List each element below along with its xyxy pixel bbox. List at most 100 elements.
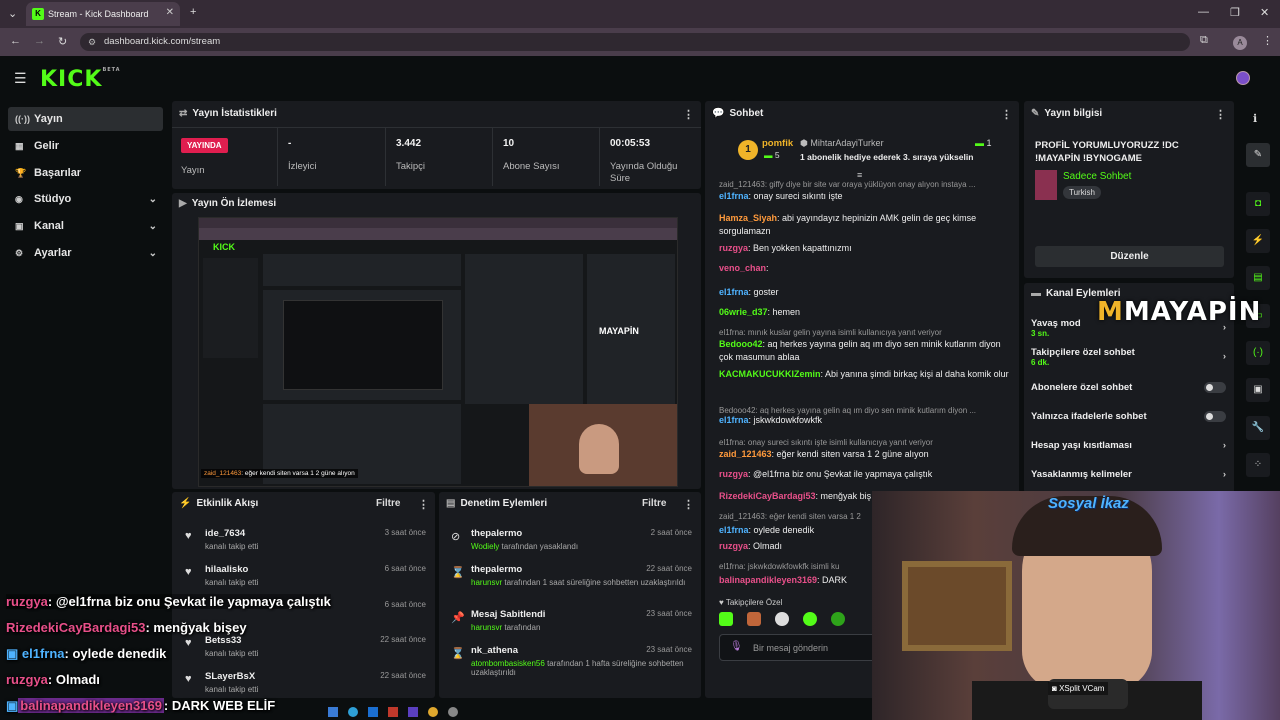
obs-icon[interactable] <box>448 706 458 717</box>
illustrator-icon[interactable] <box>388 706 398 717</box>
chat-username[interactable]: el1frna <box>719 525 749 535</box>
stats-header: ⇄ Yayın İstatistikleri <box>179 108 277 119</box>
emote-bar <box>719 612 845 626</box>
chat-username[interactable]: Hamza_Siyah <box>719 213 777 223</box>
subscribers-chat-toggle[interactable] <box>1204 382 1226 393</box>
row-moderator[interactable]: harunsvr <box>471 578 502 587</box>
hamburger-menu-icon[interactable]: ☰ <box>14 70 27 87</box>
kick-favicon-icon: K <box>32 8 44 20</box>
premiere-icon[interactable] <box>408 706 418 717</box>
emote-icon[interactable] <box>719 612 733 626</box>
chat-username[interactable]: ruzgya <box>719 469 748 479</box>
sidebar-item-kanal[interactable]: ▣ Kanal ⌄ <box>8 214 163 238</box>
emote-icon[interactable] <box>831 612 845 626</box>
action-value: 3 sn. <box>1031 329 1050 338</box>
sidebar-item-studyo[interactable]: ◉ Stüdyo ⌄ <box>8 187 163 211</box>
gifter-name[interactable]: MihtarAdayiTurker <box>810 138 883 148</box>
moderation-menu-icon[interactable]: ⋮ <box>683 498 694 511</box>
preview-video[interactable]: KICK MAYAPİN zaid_121463: eğer kendi sit… <box>198 217 678 487</box>
radio-icon: ((·)) <box>15 114 30 124</box>
extensions-icon[interactable]: ⧉ <box>1200 34 1208 47</box>
top-gifter-name[interactable]: pomfik <box>762 138 793 149</box>
edit-rail-icon[interactable]: ✎ <box>1246 143 1270 167</box>
shortcuts-rail-icon[interactable]: ⁘ <box>1246 453 1270 477</box>
window-close-icon[interactable]: ✕ <box>1260 6 1269 19</box>
row-moderator[interactable]: atombombasisken56 <box>471 659 545 668</box>
emote-icon[interactable] <box>747 612 761 626</box>
chat-menu-icon[interactable]: ⋮ <box>1001 108 1012 121</box>
followers-chat-action[interactable]: Takipçilere özel sohbet 6 dk. › <box>1031 347 1226 367</box>
chat-username[interactable]: Bedooo42 <box>719 339 763 349</box>
restore-icon[interactable]: ❐ <box>1230 6 1240 19</box>
chat-username[interactable]: el1frna <box>719 415 749 425</box>
sidebar-item-basarilar[interactable]: 🏆 Başarılar <box>8 161 163 185</box>
info-icon[interactable]: ℹ <box>1253 112 1257 125</box>
camera-rail-icon[interactable]: ◘ <box>1246 192 1270 216</box>
row-moderator[interactable]: harunsvr <box>471 623 502 632</box>
chrome-icon[interactable] <box>428 706 438 717</box>
emotes-chat-toggle[interactable] <box>1204 411 1226 422</box>
url-input[interactable]: ⚙ dashboard.kick.com/stream <box>80 33 1190 51</box>
chat-username[interactable]: zaid_121463 <box>719 449 772 459</box>
chat-username[interactable]: ruzgya <box>719 541 748 551</box>
moderation-filter-button[interactable]: Filtre <box>642 498 666 509</box>
minimize-icon[interactable]: — <box>1198 6 1209 18</box>
broadcast-rail-icon[interactable]: (·) <box>1246 341 1270 365</box>
app-icon[interactable] <box>328 706 338 717</box>
row-moderator[interactable]: Wodiely <box>471 542 499 551</box>
reload-icon[interactable]: ↻ <box>58 35 67 48</box>
profile-avatar[interactable]: A <box>1233 36 1247 50</box>
chat-username[interactable]: el1frna <box>719 191 749 201</box>
emote-icon[interactable] <box>803 612 817 626</box>
activity-filter-button[interactable]: Filtre <box>376 498 400 509</box>
wrench-rail-icon[interactable]: 🔧 <box>1246 416 1270 440</box>
vcam-watermark: ◙ XSplit VCam <box>1048 682 1109 695</box>
forward-icon[interactable]: → <box>34 35 45 47</box>
emotes-chat-action: Yalnızca ifadelerle sohbet <box>1031 411 1226 422</box>
sidebar-item-label: Ayarlar <box>34 247 72 259</box>
photoshop-icon[interactable] <box>368 706 378 717</box>
back-icon[interactable]: ← <box>10 35 21 47</box>
emote-icon[interactable] <box>775 612 789 626</box>
language-tag[interactable]: Turkish <box>1063 186 1101 199</box>
kick-logo[interactable]: KICKBETA <box>40 67 121 92</box>
chat-message-input[interactable]: 🎙 Bir mesaj gönderin <box>719 634 879 661</box>
chat-username[interactable]: veno_chan <box>719 263 766 273</box>
bolt-rail-icon[interactable]: ⚡ <box>1246 229 1270 253</box>
edge-icon[interactable] <box>348 706 358 717</box>
new-tab-icon[interactable]: + <box>190 6 196 18</box>
sidebar-item-yayin[interactable]: ((·)) Yayın <box>8 107 163 131</box>
moderation-rail-icon[interactable]: ▣ <box>1246 378 1270 402</box>
stat-label: İzleyici <box>288 161 317 172</box>
chat-username[interactable]: ruzgya <box>719 243 748 253</box>
info-menu-icon[interactable]: ⋮ <box>1215 108 1226 121</box>
chat-username[interactable]: el1frna <box>719 287 749 297</box>
edit-info-button[interactable]: Düzenle <box>1035 246 1224 267</box>
stats-menu-icon[interactable]: ⋮ <box>683 108 694 121</box>
activity-header: ⚡ Etkinlik Akışı <box>179 498 258 509</box>
chat-message: Hamza_Siyah: abi yayındayız hepinizin AM… <box>719 212 1009 238</box>
browser-tab[interactable]: K Stream - Kick Dashboard ✕ <box>26 2 180 26</box>
sidebar-item-ayarlar[interactable]: ⚙ Ayarlar ⌄ <box>8 241 163 265</box>
clipboard-rail-icon[interactable]: ▤ <box>1246 266 1270 290</box>
browser-menu-icon[interactable]: ⋮ <box>1262 34 1273 47</box>
activity-menu-icon[interactable]: ⋮ <box>418 498 429 511</box>
gift-box-icon: ⬢ <box>800 138 808 148</box>
close-tab-icon[interactable]: ✕ <box>166 7 174 18</box>
chat-username[interactable]: 06wrie_d37 <box>719 307 768 317</box>
chat-username[interactable]: balinapandikleyen3169 <box>719 575 817 585</box>
user-avatar[interactable] <box>1236 71 1250 85</box>
tab-search-icon[interactable]: ⌄ <box>8 7 17 20</box>
chat-username[interactable]: KACMAKUCUKKIZemin <box>719 369 821 379</box>
site-info-icon[interactable]: ⚙ <box>88 33 96 51</box>
microphone-icon[interactable]: 🎙 <box>730 641 743 652</box>
chat-message: ruzgya: @el1frna biz onu Şevkat ile yapm… <box>719 468 1009 481</box>
overlay-text: : DARK WEB ELİF <box>163 698 276 713</box>
category-link[interactable]: Sadece Sohbet <box>1063 171 1131 182</box>
account-age-action[interactable]: Hesap yaşı kısıtlaması › <box>1031 440 1226 451</box>
row-time: 6 saat önce <box>384 564 426 573</box>
sidebar-item-gelir[interactable]: ▦ Gelir <box>8 134 163 158</box>
row-desc: kanalı takip etti <box>205 685 259 694</box>
chat-username[interactable]: RizedekiCayBardagi53 <box>719 491 816 501</box>
banned-words-action[interactable]: Yasaklanmış kelimeler › <box>1031 469 1226 480</box>
